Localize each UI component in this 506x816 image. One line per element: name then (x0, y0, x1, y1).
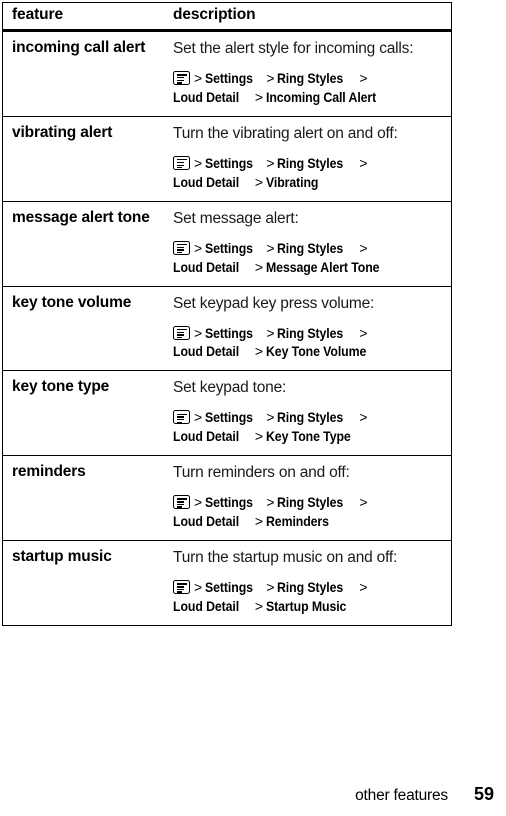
column-header-description: description (173, 6, 256, 23)
feature-name: startup music (12, 548, 112, 566)
menu-icon (173, 155, 190, 170)
path-separator-icon: > (266, 154, 275, 171)
menu-path-item: Settings (205, 324, 253, 341)
table-row: key tone type Set keypad tone: > Settings >… (3, 370, 451, 457)
menu-path: > Settings > Ring Styles >Loud Detail > Vib… (173, 154, 442, 192)
page-number: 59 (473, 784, 494, 804)
feature-name: key tone volume (12, 293, 132, 311)
path-separator-icon: > (359, 154, 368, 171)
menu-path-item: Ring Styles (277, 70, 344, 87)
description-text: Turn reminders on and off: (173, 464, 350, 482)
description-text: Turn the startup music on and off: (173, 549, 398, 567)
feature-name: key tone type (12, 378, 110, 396)
menu-path: > Settings > Ring Styles >Loud Detail > Inc… (173, 69, 442, 107)
path-separator-icon: > (194, 409, 203, 426)
menu-path-item: Loud Detail (173, 343, 240, 360)
description-text: Turn the vibrating alert on and off: (173, 124, 398, 142)
path-separator-icon: > (254, 258, 263, 275)
path-separator-icon: > (254, 513, 263, 530)
path-separator-icon: > (194, 239, 203, 256)
menu-path-item: Loud Detail (173, 598, 240, 615)
path-separator-icon: > (194, 70, 203, 87)
table-row: startup music Turn the startup music on a… (3, 541, 451, 625)
menu-path-item: Startup Music (266, 598, 347, 615)
path-separator-icon: > (254, 173, 263, 190)
table-row: vibrating alert Turn the vibrating alert … (3, 116, 451, 202)
menu-path-item: Settings (205, 239, 253, 256)
footer-section-label: other features (355, 787, 448, 804)
menu-path-item: Settings (205, 494, 253, 511)
path-separator-icon: > (266, 70, 275, 87)
path-separator-icon: > (254, 428, 263, 445)
menu-path-item: Ring Styles (277, 239, 344, 256)
menu-icon (173, 495, 190, 510)
path-separator-icon: > (266, 239, 275, 256)
menu-icon (173, 325, 190, 340)
path-separator-icon: > (359, 579, 368, 596)
table-row: reminders Turn reminders on and off: > Sett… (3, 455, 451, 542)
path-separator-icon: > (194, 154, 203, 171)
table-header-row: feature description (3, 3, 451, 32)
menu-path: > Settings > Ring Styles >Loud Detail > Mes… (173, 239, 442, 277)
description-text: Set message alert: (173, 209, 299, 227)
feature-name: incoming call alert (12, 39, 146, 56)
path-separator-icon: > (266, 324, 275, 341)
menu-path-item: Ring Styles (277, 409, 344, 426)
menu-path-item: Ring Styles (277, 154, 344, 171)
menu-icon (173, 240, 190, 255)
table-row: incoming call alert Set the alert style f… (3, 30, 451, 117)
menu-path-item: Settings (205, 579, 253, 596)
menu-path-item: Message Alert Tone (266, 258, 380, 275)
path-separator-icon: > (359, 239, 368, 256)
description-text: Set keypad key press volume: (173, 294, 375, 312)
menu-path: > Settings > Ring Styles >Loud Detail > Key… (173, 408, 442, 446)
menu-icon (173, 410, 190, 425)
path-separator-icon: > (194, 579, 203, 596)
menu-path-item: Ring Styles (277, 579, 344, 596)
path-separator-icon: > (194, 494, 203, 511)
path-separator-icon: > (266, 494, 275, 511)
path-separator-icon: > (359, 324, 368, 341)
path-separator-icon: > (359, 70, 368, 87)
menu-path-item: Key Tone Type (266, 428, 351, 445)
menu-path-item: Key Tone Volume (266, 343, 367, 360)
path-separator-icon: > (194, 324, 203, 341)
menu-path: > Settings > Ring Styles >Loud Detail > Sta… (173, 578, 442, 616)
menu-path: > Settings > Ring Styles >Loud Detail > Rem… (173, 493, 442, 531)
menu-path-item: Incoming Call Alert (266, 88, 377, 105)
menu-path-item: Settings (205, 409, 253, 426)
menu-path-item: Settings (205, 70, 253, 87)
table-row: message alert tone Set message alert: > Set… (3, 201, 451, 287)
menu-path-item: Loud Detail (173, 88, 240, 105)
feature-name: reminders (12, 463, 86, 481)
path-separator-icon: > (266, 409, 275, 426)
path-separator-icon: > (254, 343, 263, 360)
path-separator-icon: > (359, 494, 368, 511)
menu-icon (173, 580, 190, 595)
menu-path-item: Ring Styles (277, 494, 344, 511)
menu-path-item: Loud Detail (173, 173, 240, 190)
page-footer: other features 59 (0, 784, 506, 808)
menu-path-item: Loud Detail (173, 428, 240, 445)
feature-name: vibrating alert (12, 123, 113, 141)
table-row: key tone volume Set keypad key press volu… (3, 286, 451, 372)
menu-path-item: Ring Styles (277, 324, 344, 341)
column-header-feature: feature (12, 6, 63, 23)
menu-path-item: Loud Detail (173, 513, 240, 530)
description-text: Set the alert style for incoming calls: (173, 40, 414, 57)
path-separator-icon: > (359, 409, 368, 426)
feature-name: message alert tone (12, 208, 150, 226)
path-separator-icon: > (254, 598, 263, 615)
features-table: feature description incoming call alert S… (2, 2, 452, 626)
menu-path: > Settings > Ring Styles >Loud Detail > Key… (173, 324, 442, 362)
menu-path-item: Settings (205, 154, 253, 171)
menu-path-item: Reminders (266, 513, 329, 530)
menu-path-item: Loud Detail (173, 258, 240, 275)
path-separator-icon: > (266, 579, 275, 596)
menu-path-item: Vibrating (266, 173, 319, 190)
path-separator-icon: > (254, 88, 263, 105)
menu-icon (173, 71, 190, 86)
description-text: Set keypad tone: (173, 379, 287, 397)
